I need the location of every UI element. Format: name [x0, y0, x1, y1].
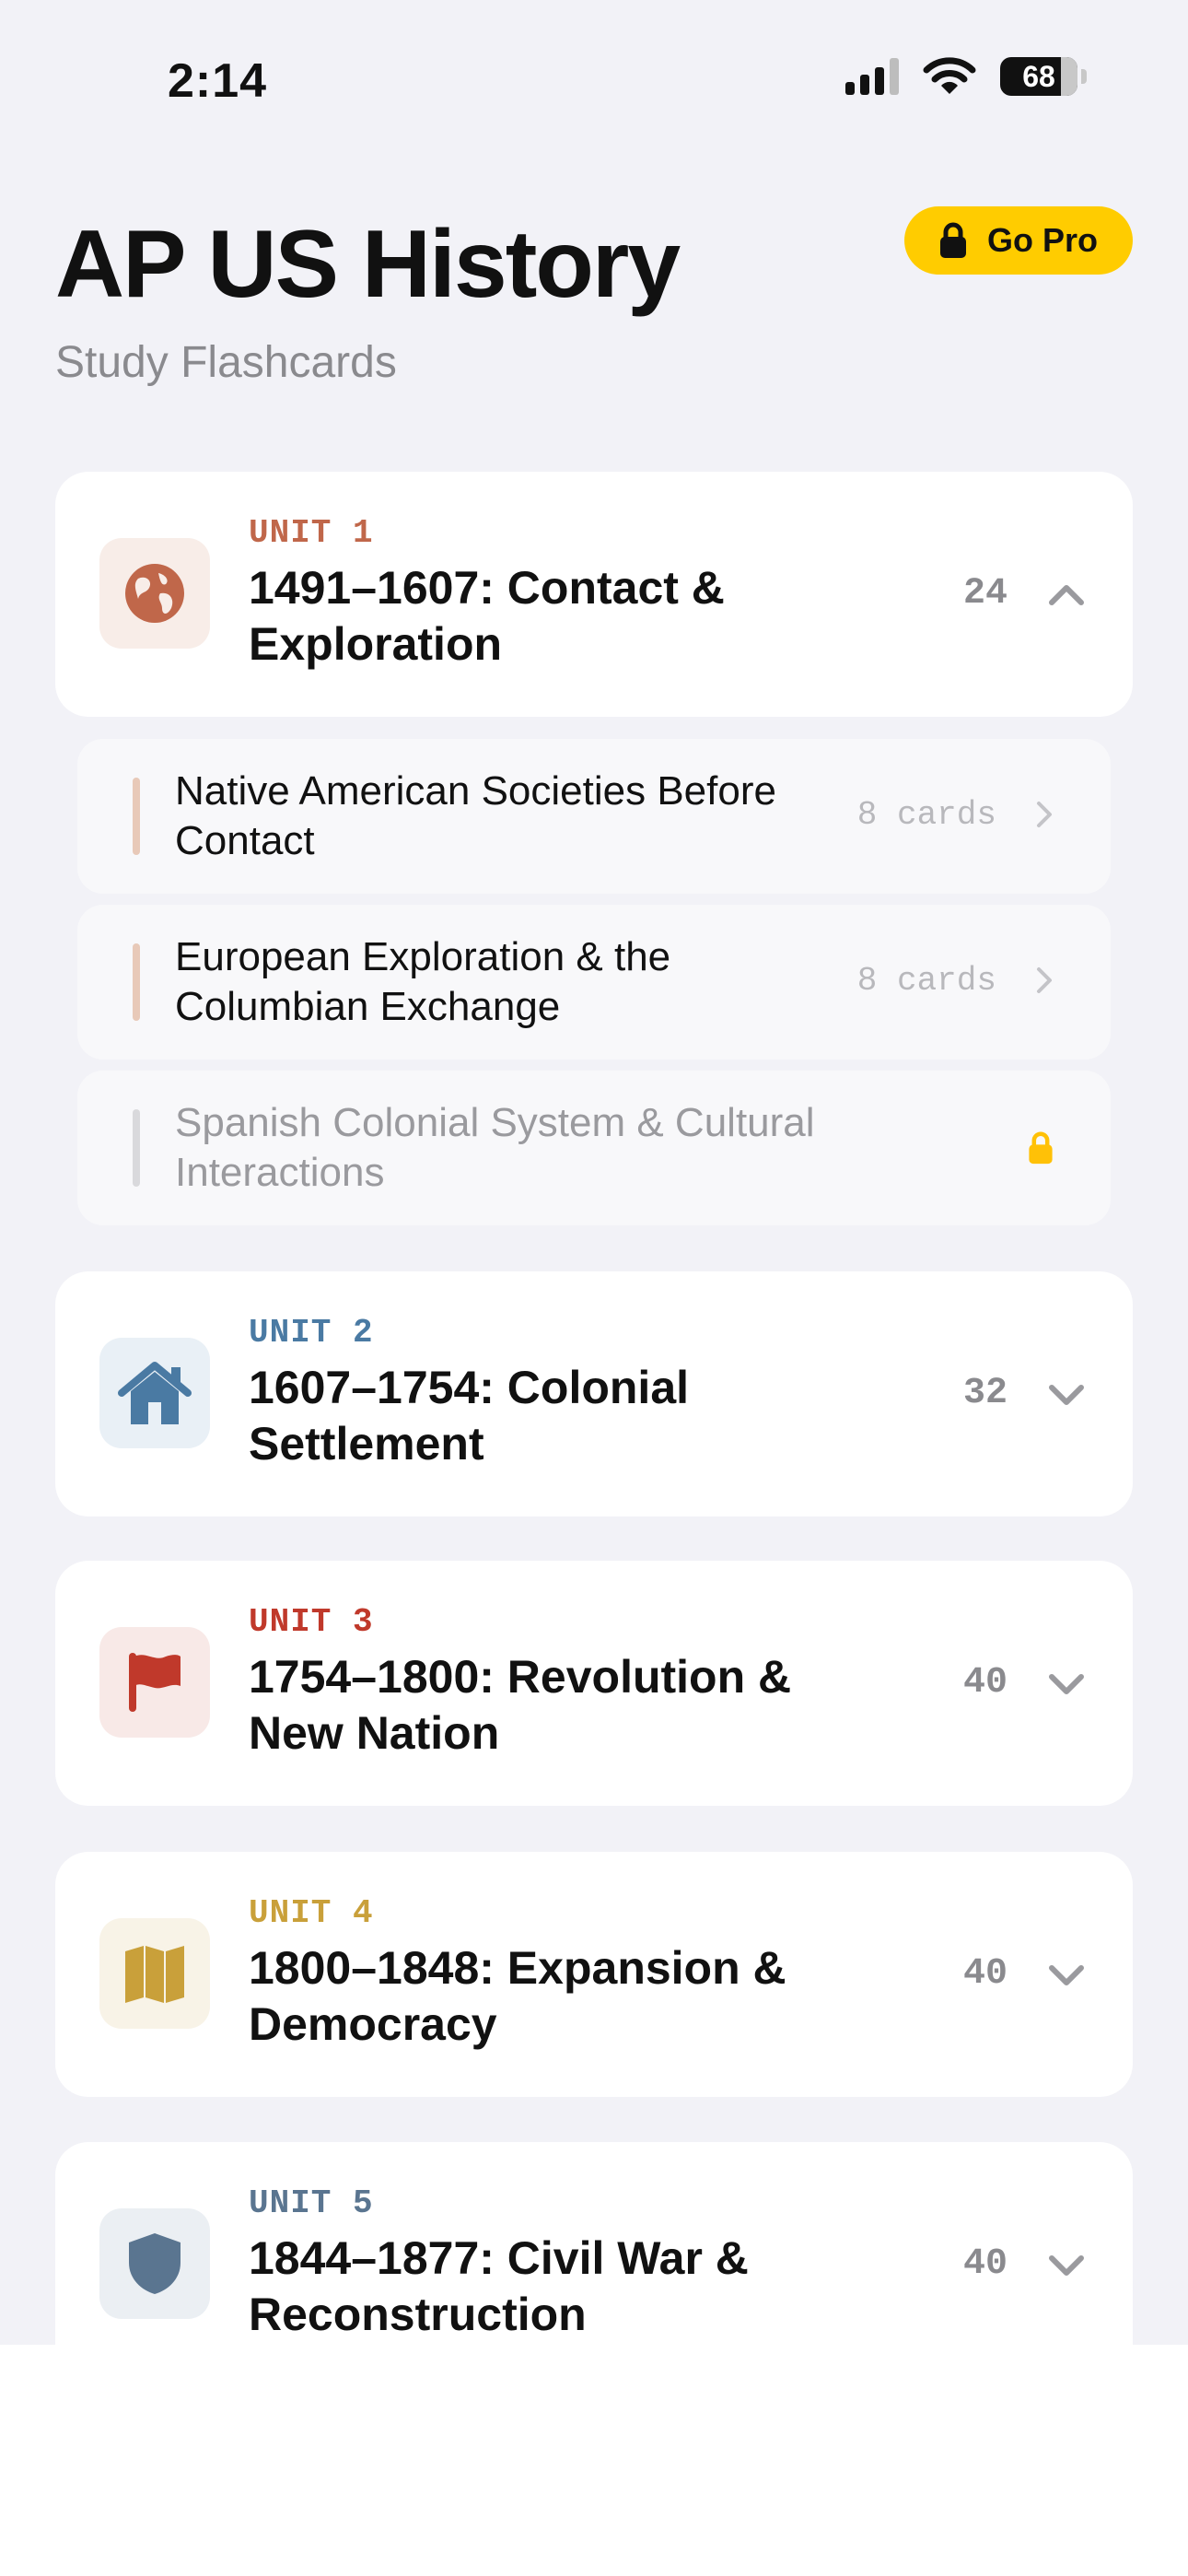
page-title: AP US History [55, 211, 681, 318]
unit-card-count: 40 [962, 1662, 1007, 1704]
unit-card-count: 40 [962, 1953, 1007, 1995]
lock-icon [1029, 1131, 1053, 1165]
chevron-down-icon[interactable] [1046, 2245, 1087, 2286]
unit-icon-container [99, 1338, 210, 1448]
globe-icon [125, 564, 184, 623]
unit-card-1[interactable]: UNIT 1 1491–1607: Contact & Exploration … [55, 472, 1133, 717]
chevron-down-icon[interactable] [1046, 1375, 1087, 1415]
unit-title: 1754–1800: Revolution & New Nation [249, 1651, 792, 1759]
topic-card-count: 8 cards [856, 796, 996, 834]
unit-label: UNIT 1 [249, 514, 374, 552]
topic-title: Native American Societies Before Contact [175, 768, 776, 863]
unit-icon-container [99, 2208, 210, 2319]
unit-icon-container [99, 538, 210, 649]
unit-card-3[interactable]: UNIT 3 1754–1800: Revolution & New Natio… [55, 1561, 1133, 1806]
topic-row-spanish-colonial-system[interactable]: Spanish Colonial System & Cultural Inter… [77, 1071, 1111, 1225]
wifi-icon [923, 57, 976, 94]
lock-icon [939, 222, 966, 258]
flag-icon [129, 1653, 181, 1712]
topic-title: European Exploration & the Columbian Exc… [175, 934, 671, 1029]
unit-icon-container [99, 1627, 210, 1738]
map-icon [125, 1946, 184, 2003]
chevron-down-icon[interactable] [1046, 1955, 1087, 1996]
unit-icon-container [99, 1918, 210, 2029]
unit-label: UNIT 2 [249, 1314, 374, 1352]
topic-row-european-exploration[interactable]: European Exploration & the Columbian Exc… [77, 905, 1111, 1060]
topic-card-count: 8 cards [856, 962, 996, 1000]
topic-title: Spanish Colonial System & Cultural Inter… [175, 1100, 815, 1195]
unit-label: UNIT 3 [249, 1603, 374, 1641]
chevron-down-icon[interactable] [1046, 1664, 1087, 1704]
unit-title: 1491–1607: Contact & Exploration [249, 562, 725, 670]
house-icon [118, 1362, 192, 1424]
unit-title: 1607–1754: Colonial Settlement [249, 1362, 690, 1469]
page-subtitle: Study Flashcards [55, 338, 397, 387]
go-pro-button[interactable]: Go Pro [904, 206, 1133, 275]
unit-title: 1800–1848: Expansion & Democracy [249, 1942, 786, 2050]
chevron-up-icon[interactable] [1046, 575, 1087, 615]
app-screen: 2:14 68 AP US History Study Flashcards G… [0, 0, 1188, 2345]
status-time: 2:14 [168, 54, 268, 108]
status-icons: 68 [845, 57, 1087, 96]
topic-accent-bar [133, 943, 140, 1021]
unit-card-5[interactable]: UNIT 5 1844–1877: Civil War & Reconstruc… [55, 2142, 1133, 2345]
topic-accent-bar [133, 1109, 140, 1187]
unit-card-4[interactable]: UNIT 4 1800–1848: Expansion & Democracy … [55, 1852, 1133, 2097]
battery-tip [1081, 69, 1087, 84]
topic-accent-bar [133, 778, 140, 855]
unit-card-count: 40 [962, 2243, 1007, 2285]
unit-card-count: 32 [962, 1373, 1007, 1414]
go-pro-label: Go Pro [986, 221, 1098, 259]
chevron-right-icon [1037, 802, 1052, 827]
unit-card-2[interactable]: UNIT 2 1607–1754: Colonial Settlement 32 [55, 1271, 1133, 1516]
unit-card-count: 24 [962, 573, 1007, 615]
shield-icon [129, 2233, 181, 2294]
unit-title: 1844–1877: Civil War & Reconstruction [249, 2232, 749, 2340]
battery-icon: 68 [1000, 57, 1077, 96]
cellular-signal-icon [845, 58, 899, 95]
topic-row-native-american-societies[interactable]: Native American Societies Before Contact… [77, 739, 1111, 894]
chevron-right-icon [1037, 967, 1052, 993]
unit-label: UNIT 4 [249, 1894, 374, 1932]
battery-level: 68 [1022, 59, 1055, 93]
unit-label: UNIT 5 [249, 2184, 374, 2222]
